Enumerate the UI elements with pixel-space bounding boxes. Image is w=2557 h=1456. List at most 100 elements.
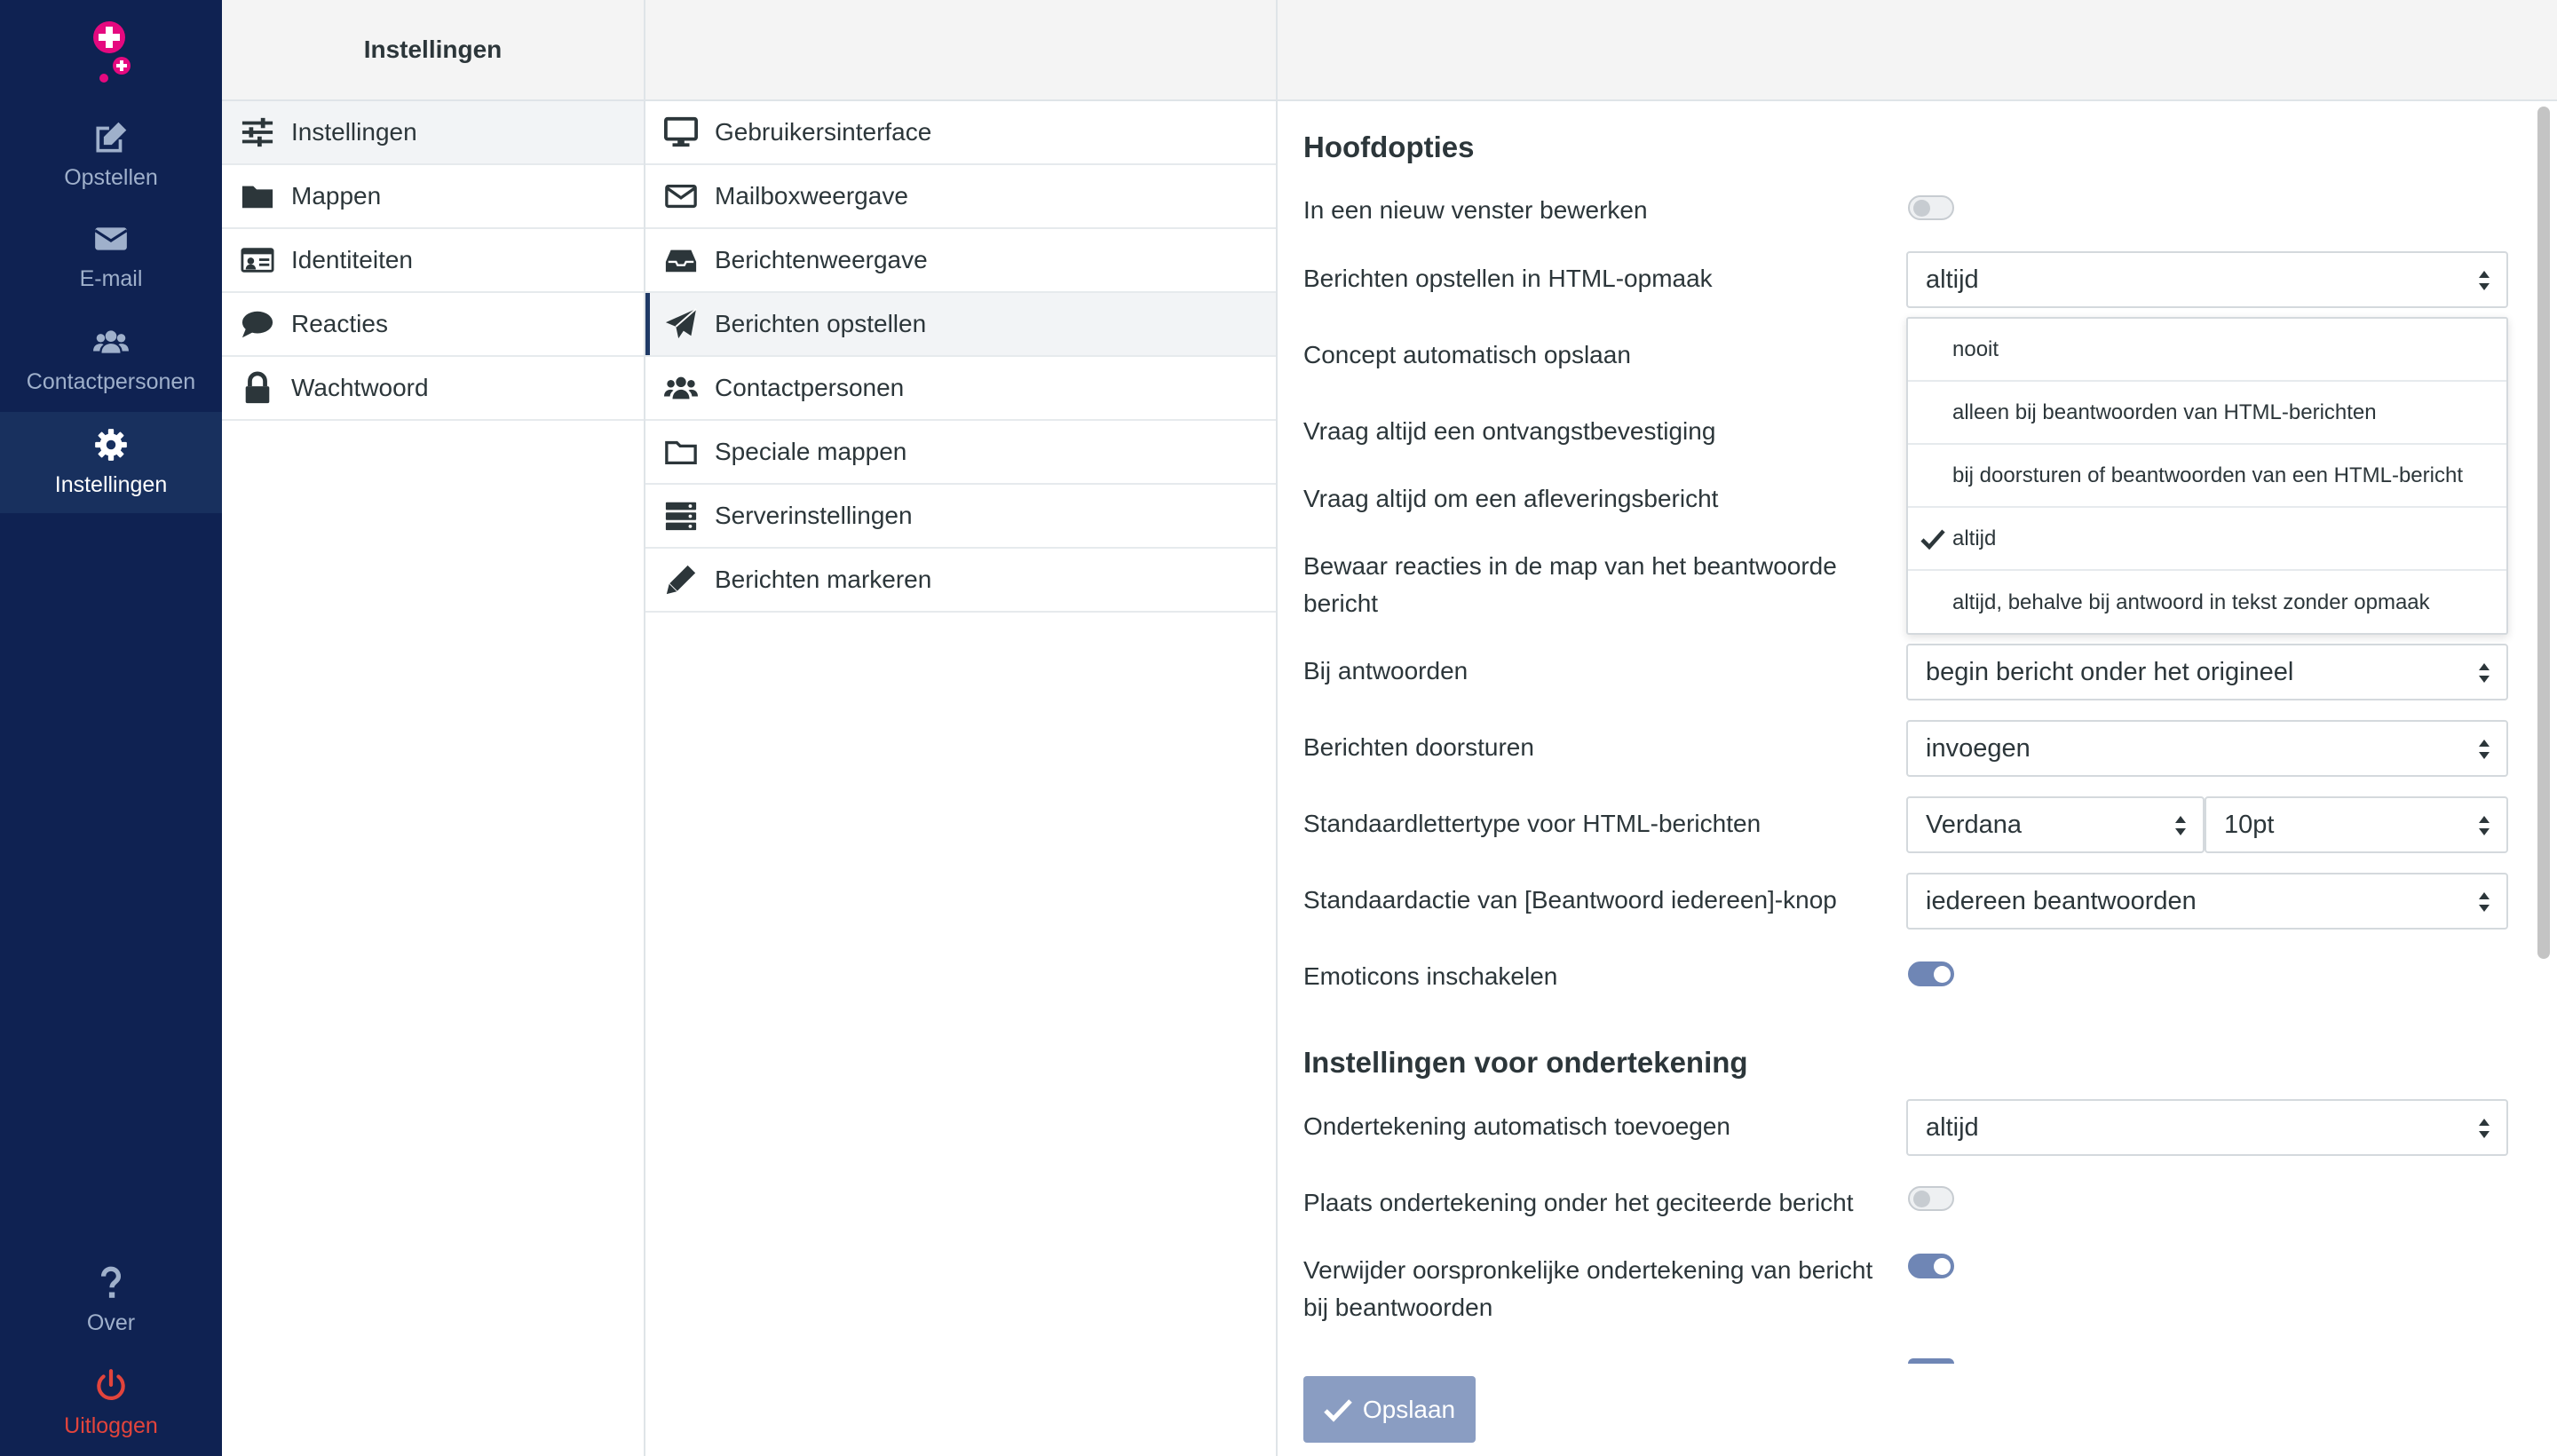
section-label: Mappen	[291, 182, 382, 210]
nav-compose-label: Opstellen	[64, 165, 158, 190]
nav-about-label: Over	[86, 1310, 136, 1335]
select-value: Verdana	[1926, 810, 2023, 839]
dropdown-option[interactable]: alleen bij beantwoorden van HTML-bericht…	[1908, 382, 2506, 445]
label-reply-same-folder: Bewaar reacties in de map van het beantw…	[1303, 552, 1837, 617]
envelope-icon	[94, 227, 128, 250]
preferences-form: Hoofdopties In een nieuw venster bewerke…	[1278, 0, 2557, 1456]
select-reply-mode[interactable]: begin bericht onder het origineel	[1906, 644, 2508, 700]
toggle-new-window[interactable]	[1908, 195, 1954, 220]
id-card-icon	[240, 242, 275, 278]
section-identities[interactable]: Identiteiten	[222, 229, 644, 293]
nav-contacts-label: Contactpersonen	[26, 369, 196, 394]
nav-email-label: E-mail	[79, 266, 143, 291]
server-icon	[663, 498, 699, 534]
users-icon	[93, 330, 129, 353]
check-icon	[1920, 529, 1945, 550]
settings-header-title: Instellingen	[363, 36, 503, 63]
select-html-compose[interactable]: altijd	[1906, 251, 2508, 308]
toggle-strip-sig[interactable]	[1908, 1254, 1954, 1278]
nav-logout[interactable]: Uitloggen	[0, 1353, 222, 1454]
nav-logout-label: Uitloggen	[64, 1413, 158, 1438]
toggle-partial	[1908, 1358, 1954, 1364]
sort-arrows-icon	[2479, 740, 2490, 759]
label-show-sig: Ondertekening automatisch toevoegen	[1303, 1112, 1730, 1140]
pref-compose[interactable]: Berichten opstellen	[645, 293, 1276, 357]
select-value: 10pt	[2224, 810, 2275, 839]
sort-arrows-icon	[2479, 271, 2490, 290]
logo-icon[interactable]	[84, 18, 138, 89]
dropdown-option-selected[interactable]: altijd	[1908, 508, 2506, 571]
select-value: altijd	[1926, 265, 1979, 294]
select-value: begin bericht onder het origineel	[1926, 657, 2294, 686]
option-label: altijd	[1952, 526, 1997, 550]
nav-about[interactable]: Over	[0, 1250, 222, 1351]
pref-addressbook[interactable]: Contactpersonen	[645, 357, 1276, 421]
select-default-font[interactable]: Verdana	[1906, 796, 2205, 853]
lock-icon	[240, 370, 275, 406]
pref-label: Berichten opstellen	[715, 310, 927, 337]
label-forward: Berichten doorsturen	[1303, 733, 1534, 761]
section-password[interactable]: Wachtwoord	[222, 357, 644, 421]
pref-mailbox[interactable]: Mailboxweergave	[645, 165, 1276, 229]
label-sig-below: Plaats ondertekening onder het geciteerd…	[1303, 1189, 1854, 1216]
preferences-sections-list: Gebruikersinterface Mailboxweergave Beri…	[645, 0, 1278, 1456]
section-main-options-title: Hoofdopties	[1303, 131, 1475, 163]
option-label: alleen bij beantwoorden van HTML-bericht…	[1952, 400, 2377, 424]
check-icon	[1324, 1398, 1352, 1422]
label-draft-autosave: Concept automatisch opslaan	[1303, 341, 1631, 368]
edit-icon	[96, 122, 127, 153]
gear-icon	[95, 429, 127, 461]
pref-label: Serverinstellingen	[715, 502, 913, 529]
pref-label: Gebruikersinterface	[715, 118, 932, 146]
preferences-header	[645, 0, 1276, 101]
label-emoticons: Emoticons inschakelen	[1303, 962, 1558, 990]
section-label: Identiteiten	[291, 246, 413, 273]
pref-mailview[interactable]: Berichtenweergave	[645, 229, 1276, 293]
label-strip-sig: Verwijder oorspronkelijke ondertekening …	[1303, 1256, 1873, 1321]
select-reply-all-mode[interactable]: iedereen beantwoorden	[1906, 873, 2508, 930]
pref-server[interactable]: Serverinstellingen	[645, 485, 1276, 549]
label-mdn-default: Vraag altijd een ontvangstbevestiging	[1303, 417, 1716, 445]
label-new-window: In een nieuw venster bewerken	[1303, 196, 1648, 224]
select-show-sig[interactable]: altijd	[1906, 1099, 2508, 1156]
sort-arrows-icon	[2479, 663, 2490, 683]
section-label: Wachtwoord	[291, 374, 429, 401]
inbox-icon	[663, 242, 699, 278]
toggle-sig-below[interactable]	[1908, 1186, 1954, 1211]
nav-contacts[interactable]: Contactpersonen	[0, 309, 222, 410]
nav-settings[interactable]: Instellingen	[0, 412, 222, 513]
section-label: Reacties	[291, 310, 388, 337]
dropdown-option[interactable]: nooit	[1908, 319, 2506, 382]
nav-compose[interactable]: Opstellen	[0, 105, 222, 206]
content-header	[1278, 0, 2557, 101]
dropdown-option[interactable]: bij doorsturen of beantwoorden van een H…	[1908, 445, 2506, 508]
section-folders[interactable]: Mappen	[222, 165, 644, 229]
nav-email[interactable]: E-mail	[0, 206, 222, 307]
dropdown-option[interactable]: altijd, behalve bij antwoord in tekst zo…	[1908, 571, 2506, 634]
question-icon	[100, 1266, 122, 1298]
pref-label: Speciale mappen	[715, 438, 907, 465]
power-icon	[97, 1369, 125, 1400]
option-label: altijd, behalve bij antwoord in tekst zo…	[1952, 590, 2430, 614]
pref-general[interactable]: Gebruikersinterface	[645, 101, 1276, 165]
toggle-emoticons[interactable]	[1908, 961, 1954, 986]
pref-markasjunk[interactable]: Berichten markeren	[645, 549, 1276, 613]
sliders-icon	[240, 115, 275, 150]
save-button[interactable]: Opslaan	[1303, 1376, 1476, 1443]
select-default-font-size[interactable]: 10pt	[2205, 796, 2508, 853]
select-forward[interactable]: invoegen	[1906, 720, 2508, 777]
nav-settings-label: Instellingen	[54, 472, 168, 497]
select-value: iedereen beantwoorden	[1926, 886, 2197, 915]
label-reply-mode: Bij antwoorden	[1303, 657, 1468, 684]
label-dsn-default: Vraag altijd om een afleveringsbericht	[1303, 485, 1719, 512]
label-html-compose: Berichten opstellen in HTML-opmaak	[1303, 265, 1713, 292]
scrollbar[interactable]	[2537, 107, 2550, 959]
envelope-icon	[663, 178, 699, 214]
sort-arrows-icon	[2479, 892, 2490, 912]
paper-plane-icon	[663, 306, 699, 342]
section-preferences[interactable]: Instellingen	[222, 101, 644, 165]
pref-folders[interactable]: Speciale mappen	[645, 421, 1276, 485]
option-label: nooit	[1952, 336, 1999, 361]
sort-arrows-icon	[2479, 1119, 2490, 1138]
section-responses[interactable]: Reacties	[222, 293, 644, 357]
